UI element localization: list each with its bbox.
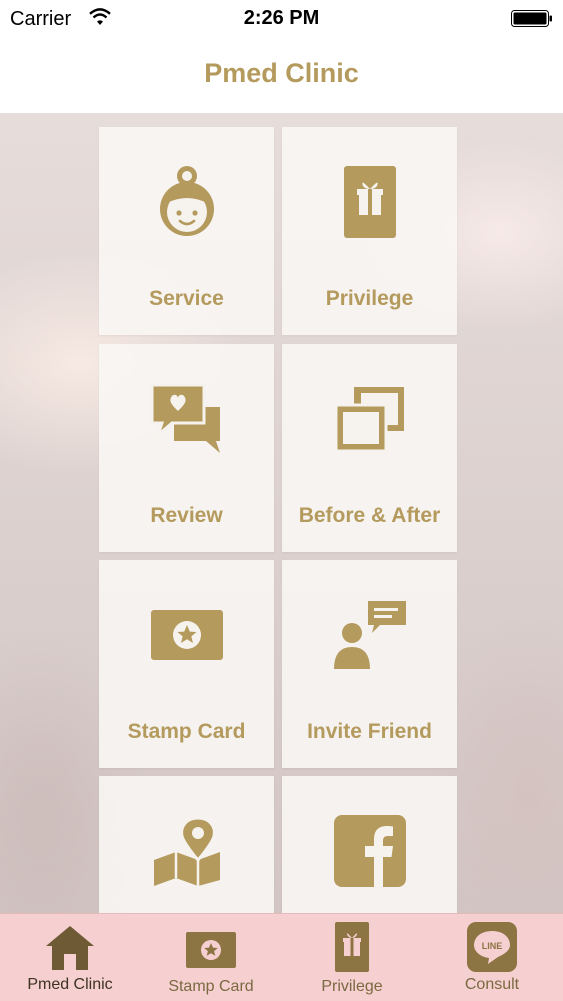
menu-tile-stamp-card[interactable]: Stamp Card [99, 560, 274, 768]
battery-icon [511, 10, 552, 27]
menu-tile-before-after[interactable]: Before & After [282, 344, 457, 552]
menu-tile-label: Privilege [325, 287, 414, 310]
menu-tile-label: Invite Friend [307, 720, 432, 743]
invite-friend-icon [333, 601, 406, 669]
line-icon: LINE [467, 922, 517, 972]
doctor-icon [159, 166, 214, 236]
menu-tile-label: Before & After [298, 504, 441, 527]
tab-pmed-clinic[interactable]: Pmed Clinic [0, 914, 140, 1001]
tab-bar: Pmed Clinic Stamp Card Privilege LINE Co… [0, 913, 563, 1001]
tab-label: Privilege [321, 978, 383, 995]
menu-tile-invite-friend[interactable]: Invite Friend [282, 560, 457, 768]
status-bar: Carrier 2:26 PM [0, 0, 563, 38]
menu-tile-label: Review [150, 504, 223, 527]
tab-consult[interactable]: LINE Consult [422, 914, 562, 1001]
status-time: 2:26 PM [243, 7, 320, 29]
stamp-card-icon [186, 932, 236, 968]
gift-card-icon [343, 166, 396, 238]
home-icon [46, 926, 94, 970]
menu-tile-label: Service [149, 287, 224, 310]
chat-heart-icon [150, 383, 220, 453]
tab-label: Pmed Clinic [27, 976, 113, 993]
map-pin-icon [153, 816, 220, 886]
menu-tile-map[interactable] [99, 776, 274, 913]
facebook-icon [333, 815, 406, 887]
menu-tile-facebook[interactable] [282, 776, 457, 913]
tab-stamp-card[interactable]: Stamp Card [141, 914, 281, 1001]
gift-card-icon [335, 922, 369, 972]
nav-bar: Pmed Clinic [0, 38, 563, 114]
menu-tile-privilege[interactable]: Privilege [282, 127, 457, 335]
menu-tile-service[interactable]: Service [99, 127, 274, 335]
tab-label: Stamp Card [168, 978, 254, 995]
tab-label: Consult [464, 976, 520, 993]
menu-tile-label: Stamp Card [127, 720, 246, 743]
tab-privilege[interactable]: Privilege [282, 914, 422, 1001]
photos-icon [334, 387, 404, 453]
stamp-card-icon [150, 610, 223, 660]
line-badge-text: LINE [482, 941, 503, 951]
page-title: Pmed Clinic [204, 58, 359, 88]
menu-tile-review[interactable]: Review [99, 344, 274, 552]
menu-grid: Service Privilege Review Before & After … [0, 113, 563, 913]
